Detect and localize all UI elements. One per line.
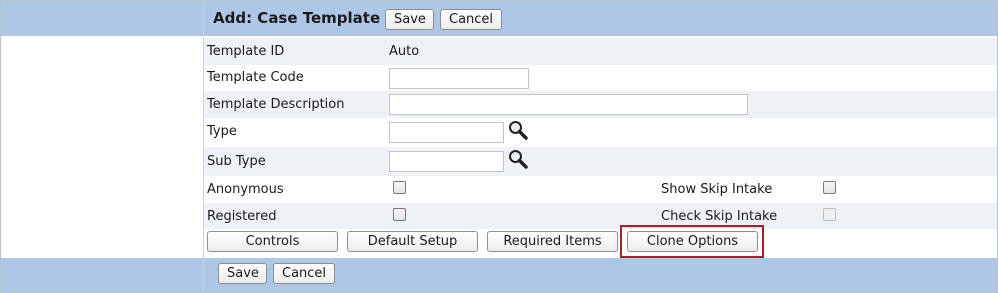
magnifier-icon[interactable] [507,148,529,170]
anonymous-label: Anonymous [207,182,284,197]
footer-cancel-button[interactable]: Cancel [273,263,335,284]
row-sub-type [204,147,997,176]
row-anonymous [204,176,997,203]
header-save-button[interactable]: Save [385,9,434,30]
registered-label: Registered [207,209,277,224]
template-code-input[interactable] [389,68,529,89]
clone-options-highlight [620,225,764,258]
template-description-label: Template Description [207,97,345,112]
template-id-value: Auto [389,44,420,59]
template-description-input[interactable] [389,94,748,115]
show-skip-intake-label: Show Skip Intake [661,182,773,197]
footer-save-button[interactable]: Save [218,263,267,284]
row-type [204,118,997,147]
row-registered [204,203,997,229]
case-template-form: Add: Case Template Save Cancel Template … [0,0,998,293]
magnifier-icon[interactable] [507,119,529,141]
anonymous-checkbox[interactable] [393,181,406,194]
type-input[interactable] [389,122,504,143]
sub-type-input[interactable] [389,151,504,172]
required-items-button[interactable]: Required Items [487,231,618,252]
footer-bar [1,258,997,292]
row-template-code [204,65,997,91]
default-setup-button[interactable]: Default Setup [347,231,478,252]
header-cancel-button[interactable]: Cancel [440,9,502,30]
registered-checkbox[interactable] [393,208,406,221]
footer-divider [203,258,204,292]
page-title: Add: Case Template [213,9,381,27]
sub-type-label: Sub Type [207,154,266,169]
template-code-label: Template Code [207,70,304,85]
check-skip-intake-checkbox[interactable] [823,208,836,221]
row-template-id [204,38,997,65]
type-label: Type [207,124,237,139]
show-skip-intake-checkbox[interactable] [823,181,836,194]
template-id-label: Template ID [207,44,285,59]
controls-button[interactable]: Controls [207,231,338,252]
check-skip-intake-label: Check Skip Intake [661,209,778,224]
